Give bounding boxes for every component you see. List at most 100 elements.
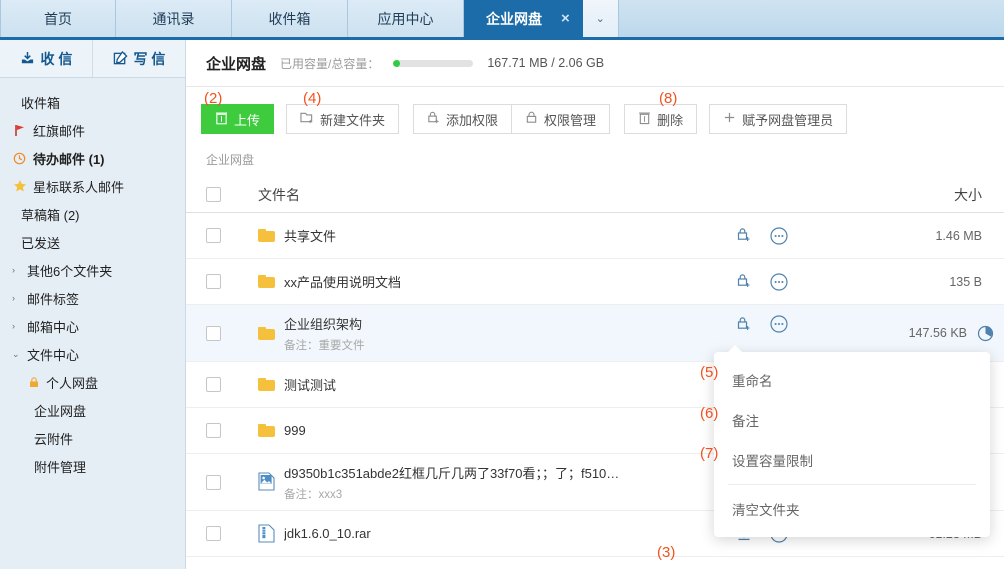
sidebar-item-starred-contact-mail[interactable]: 星标联系人邮件 [0, 172, 185, 200]
tab-home[interactable]: 首页 [0, 0, 116, 37]
sidebar-item-label: 邮件标签 [27, 291, 80, 307]
row-checkbox[interactable] [206, 526, 221, 541]
column-header-name[interactable]: 文件名 [258, 185, 736, 205]
sidebar-item-other-folders[interactable]: › 其他6个文件夹 [0, 256, 185, 284]
row-size-cell: 1.46 MB [854, 229, 1004, 243]
toolbar-group-new-folder: 新建文件夹 [286, 104, 400, 134]
sidebar-item-label: 红旗邮件 [33, 123, 86, 139]
inbox-download-icon [20, 51, 35, 66]
row-actions-cell [736, 315, 854, 333]
compose-mail-button[interactable]: 写 信 [92, 40, 185, 77]
file-size: 1.46 MB [935, 228, 982, 243]
more-dots-icon[interactable] [770, 226, 788, 245]
trash-icon [638, 111, 651, 128]
sidebar-item-personal-netdisk[interactable]: 个人网盘 [0, 368, 185, 396]
menu-item-rename[interactable]: 重命名 [714, 360, 990, 400]
row-select-cell [206, 526, 258, 541]
lock-plus-icon[interactable] [736, 273, 752, 290]
tab-inbox[interactable]: 收件箱 [232, 0, 348, 37]
capacity-progress-bar [393, 59, 474, 67]
row-select-cell [206, 228, 258, 243]
select-all-checkbox[interactable] [206, 187, 221, 202]
more-dots-icon[interactable] [770, 272, 788, 291]
lock-plus-icon[interactable] [736, 316, 752, 333]
upload-button[interactable]: 上传 [201, 104, 275, 134]
row-name-cell: 测试测试 [258, 375, 736, 394]
sidebar-item-label: 待办邮件 (1) [33, 151, 105, 167]
delete-button[interactable]: 删除 [624, 104, 698, 134]
sidebar-item-inbox[interactable]: 收件箱 [0, 88, 185, 116]
file-name: 999 [284, 423, 306, 438]
capacity-value: 167.71 MB / 2.06 GB [487, 56, 605, 70]
sidebar-item-attachment-management[interactable]: 附件管理 [0, 452, 185, 480]
upload-label: 上传 [234, 112, 261, 128]
grant-admin-button[interactable]: 赋予网盘管理员 [709, 104, 848, 134]
add-permission-button[interactable]: 添加权限 [413, 104, 513, 134]
breadcrumb[interactable]: 企业网盘 [186, 151, 1004, 177]
column-header-size[interactable]: 大小 [854, 185, 1004, 205]
column-header-name-label: 文件名 [258, 186, 300, 203]
page-title: 企业网盘 [206, 55, 267, 73]
new-folder-label: 新建文件夹 [320, 112, 386, 128]
sidebar-item-enterprise-netdisk[interactable]: 企业网盘 [0, 396, 185, 424]
more-dots-icon[interactable] [770, 315, 788, 333]
table-row[interactable]: xx产品使用说明文档 135 B [186, 259, 1004, 305]
tab-app-center[interactable]: 应用中心 [348, 0, 464, 37]
menu-item-note[interactable]: 备注 [714, 400, 990, 440]
tab-label: 企业网盘 [486, 10, 542, 27]
sidebar-item-sent[interactable]: 已发送 [0, 228, 185, 256]
chevron-right-icon: › [12, 293, 15, 303]
lock-plus-icon[interactable] [736, 227, 752, 244]
quota-pie-icon[interactable] [977, 325, 994, 342]
folder-context-menu: 重命名 备注 设置容量限制 清空文件夹 [714, 345, 990, 537]
folder-icon [258, 275, 275, 288]
sidebar-item-label: 邮箱中心 [27, 319, 80, 335]
sidebar-item-todo-mail[interactable]: 待办邮件 (1) [0, 144, 185, 172]
select-all-cell [206, 187, 258, 202]
row-name-cell: 999 [258, 423, 736, 438]
star-icon [12, 179, 27, 193]
tab-contacts[interactable]: 通讯录 [116, 0, 232, 37]
row-checkbox[interactable] [206, 325, 221, 341]
compose-pencil-icon [113, 51, 128, 66]
row-name-cell: 共享文件 [258, 226, 736, 245]
row-name-cell: 企业组织架构 备注：重要文件 [258, 314, 736, 353]
sidebar-action-bar: 收 信 写 信 [0, 40, 185, 78]
row-select-cell [206, 474, 258, 490]
sidebar-item-drafts[interactable]: 草稿箱 (2) [0, 200, 185, 228]
enterprise-netdisk-page: 首页 通讯录 收件箱 应用中心 企业网盘 × ⌄ 收 信 写 信 收件箱 红旗邮… [0, 0, 1004, 569]
sidebar-item-label: 收件箱 [21, 95, 61, 111]
row-select-cell [206, 274, 258, 289]
close-icon[interactable]: × [556, 11, 575, 26]
delete-label: 删除 [657, 112, 684, 128]
sidebar-item-label: 草稿箱 (2) [21, 207, 80, 223]
sidebar-item-file-center[interactable]: ⌄ 文件中心 [0, 340, 185, 368]
manage-permission-label: 权限管理 [544, 112, 597, 128]
row-checkbox[interactable] [206, 377, 221, 392]
tab-enterprise-netdisk[interactable]: 企业网盘 × [464, 0, 583, 37]
receive-mail-button[interactable]: 收 信 [0, 40, 92, 77]
row-size-cell: 135 B [854, 275, 1004, 289]
new-folder-button[interactable]: 新建文件夹 [286, 104, 400, 134]
table-row[interactable]: 共享文件 1.46 MB [186, 213, 1004, 259]
file-size: 135 B [949, 274, 982, 289]
file-name: d9350b1c351abde2红框几斤几两了33f70看；；了；f510… [284, 465, 620, 481]
plus-icon [723, 111, 736, 127]
row-checkbox[interactable] [206, 474, 221, 490]
sidebar-item-label: 文件中心 [27, 347, 80, 363]
top-tab-bar: 首页 通讯录 收件箱 应用中心 企业网盘 × ⌄ [0, 0, 1004, 40]
menu-item-set-capacity-limit[interactable]: 设置容量限制 [714, 440, 990, 480]
sidebar-item-mail-tags[interactable]: › 邮件标签 [0, 284, 185, 312]
sidebar-item-mailbox-center[interactable]: › 邮箱中心 [0, 312, 185, 340]
menu-item-label: 清空文件夹 [732, 503, 800, 518]
sidebar-item-cloud-attachment[interactable]: 云附件 [0, 424, 185, 452]
column-header-size-label: 大小 [954, 186, 982, 203]
sidebar-item-flagged-mail[interactable]: 红旗邮件 [0, 116, 185, 144]
chevron-down-icon[interactable]: ⌄ [582, 0, 619, 37]
row-checkbox[interactable] [206, 228, 221, 243]
row-checkbox[interactable] [206, 274, 221, 289]
manage-permission-button[interactable]: 权限管理 [511, 104, 611, 134]
tab-label: 应用中心 [377, 10, 434, 27]
row-checkbox[interactable] [206, 423, 221, 438]
menu-item-empty-folder[interactable]: 清空文件夹 [714, 489, 990, 529]
